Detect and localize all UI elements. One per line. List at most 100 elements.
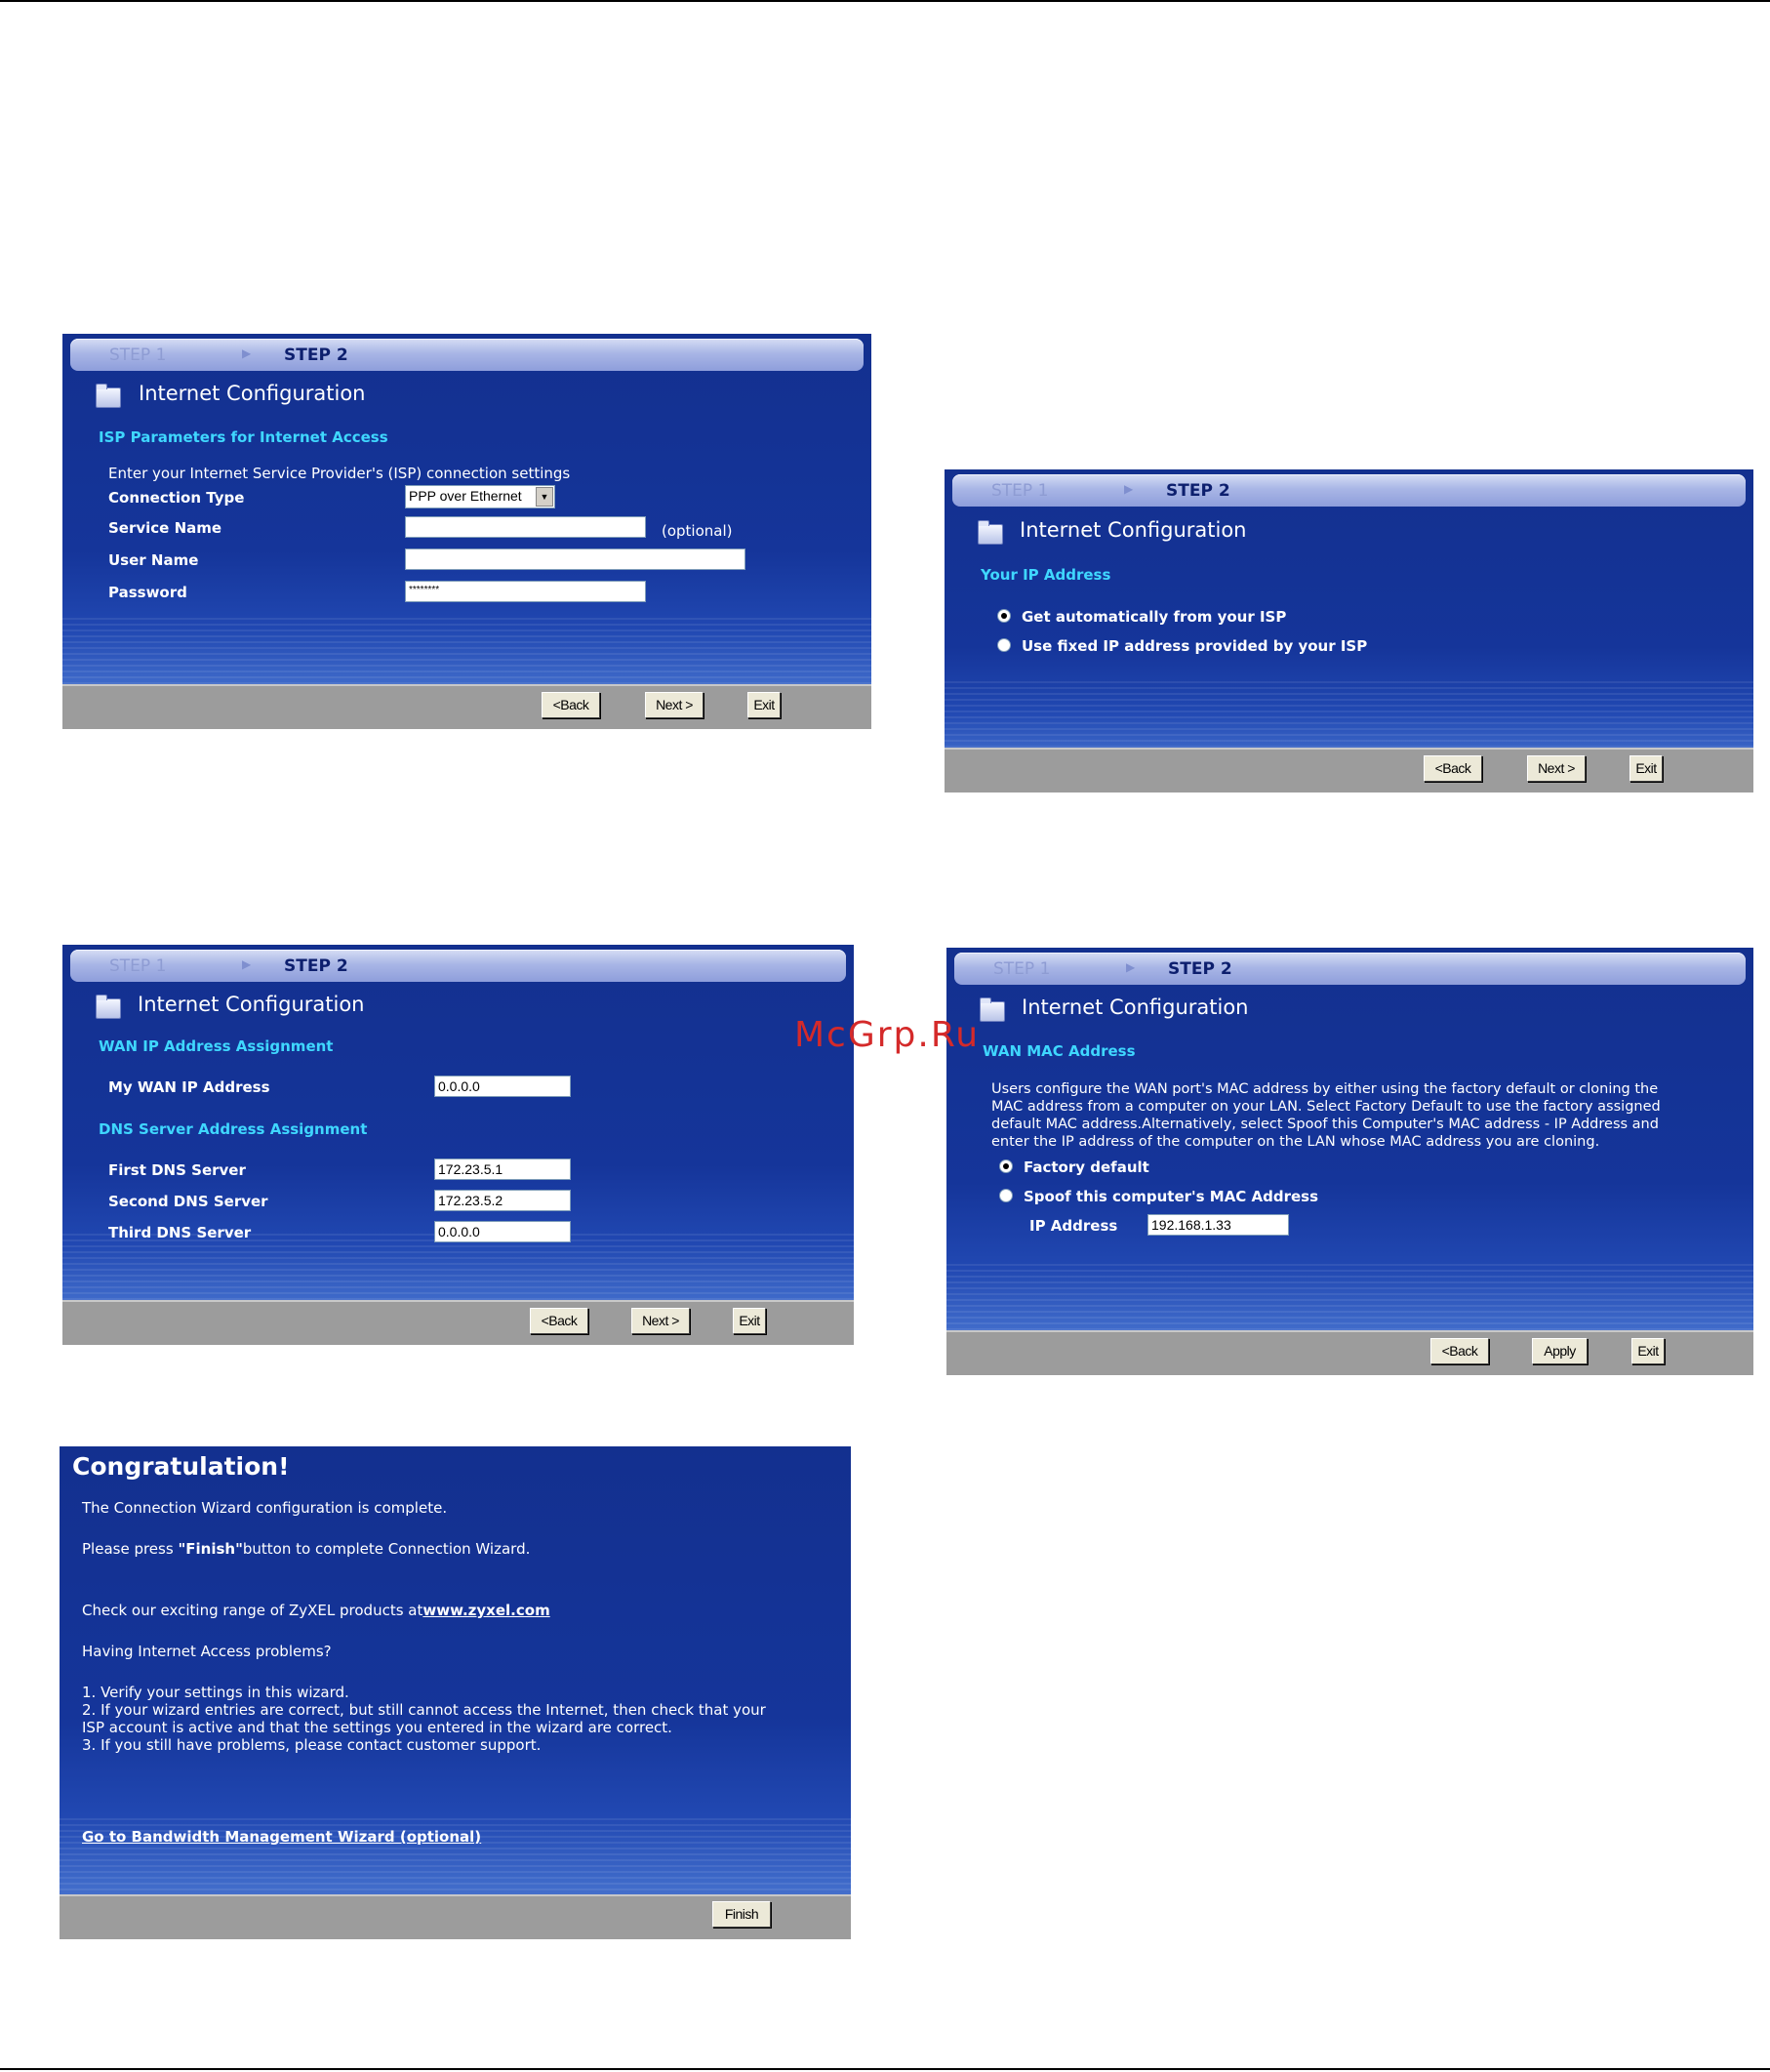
- spoof-mac-label: Spoof this computer's MAC Address: [1024, 1188, 1319, 1205]
- user-name-label: User Name: [108, 551, 199, 569]
- fixed-ip-label: Use fixed IP address provided by your IS…: [1022, 637, 1368, 655]
- description-line: default MAC address.Alternatively, selec…: [991, 1117, 1659, 1132]
- exit-button[interactable]: Exit: [747, 692, 781, 718]
- factory-default-radio[interactable]: [999, 1159, 1013, 1173]
- background-stripes: [62, 618, 871, 686]
- service-name-label: Service Name: [108, 519, 222, 537]
- password-input[interactable]: ********: [405, 581, 646, 602]
- wan-ip-section-title: WAN IP Address Assignment: [99, 1037, 334, 1055]
- troubleshooting-item: ISP account is active and that the setti…: [82, 1719, 672, 1736]
- step-2-label: STEP 2: [284, 956, 348, 976]
- wan-mac-panel: STEP 1 ▶ STEP 2 Internet Configuration W…: [946, 948, 1753, 1375]
- finish-instruction-prefix: Please press: [82, 1540, 179, 1558]
- bandwidth-wizard-link[interactable]: Go to Bandwidth Management Wizard (optio…: [82, 1828, 481, 1846]
- auto-ip-label: Get automatically from your ISP: [1022, 608, 1287, 626]
- service-name-input[interactable]: [405, 516, 646, 538]
- problems-heading: Having Internet Access problems?: [82, 1643, 332, 1660]
- step-2-label: STEP 2: [284, 345, 348, 365]
- apply-button[interactable]: Apply: [1532, 1338, 1588, 1364]
- section-title: WAN MAC Address: [983, 1042, 1136, 1060]
- step-1-label: STEP 1: [109, 345, 167, 365]
- background-stripes: [945, 681, 1753, 750]
- finish-keyword: "Finish": [178, 1540, 243, 1558]
- second-dns-input[interactable]: 172.23.5.2: [434, 1190, 571, 1211]
- exit-button[interactable]: Exit: [1629, 755, 1663, 782]
- exit-button[interactable]: Exit: [1631, 1338, 1665, 1364]
- second-dns-label: Second DNS Server: [108, 1193, 268, 1210]
- congratulation-title: Congratulation!: [72, 1452, 290, 1481]
- button-bar: Finish: [60, 1894, 851, 1939]
- ip-address-input[interactable]: 192.168.1.33: [1147, 1214, 1289, 1236]
- finish-instruction-suffix: button to complete Connection Wizard.: [242, 1540, 531, 1558]
- step-bar: STEP 1 ▶ STEP 2: [70, 339, 864, 371]
- exit-button[interactable]: Exit: [733, 1308, 766, 1334]
- user-name-input[interactable]: [405, 548, 745, 570]
- factory-default-label: Factory default: [1024, 1158, 1149, 1176]
- isp-parameters-panel: STEP 1 ▶ STEP 2 Internet Configuration I…: [62, 334, 871, 729]
- page-title: Internet Configuration: [139, 382, 366, 405]
- next-button[interactable]: Next >: [1527, 755, 1586, 782]
- button-bar: <Back Next > Exit: [62, 1300, 854, 1345]
- finish-button[interactable]: Finish: [712, 1901, 771, 1928]
- first-dns-label: First DNS Server: [108, 1161, 246, 1179]
- intro-text: Enter your Internet Service Provider's (…: [108, 465, 571, 482]
- description-line: Users configure the WAN port's MAC addre…: [991, 1081, 1659, 1097]
- step-1-label: STEP 1: [109, 956, 167, 976]
- back-button[interactable]: <Back: [530, 1308, 588, 1334]
- step-bar: STEP 1 ▶ STEP 2: [952, 474, 1746, 507]
- my-wan-ip-label: My WAN IP Address: [108, 1078, 270, 1096]
- third-dns-input[interactable]: 0.0.0.0: [434, 1221, 571, 1242]
- my-wan-ip-input[interactable]: 0.0.0.0: [434, 1076, 571, 1097]
- background-stripes: [946, 1264, 1753, 1332]
- description-line: MAC address from a computer on your LAN.…: [991, 1099, 1661, 1115]
- fixed-ip-radio[interactable]: [997, 638, 1011, 652]
- password-label: Password: [108, 584, 187, 601]
- top-rule: [0, 0, 1770, 2]
- folder-icon: [96, 384, 121, 408]
- page-title: Internet Configuration: [1022, 995, 1249, 1019]
- zyxel-website-link[interactable]: www.zyxel.com: [422, 1602, 549, 1619]
- description-line: enter the IP address of the computer on …: [991, 1134, 1600, 1150]
- optional-hint: (optional): [662, 522, 733, 540]
- folder-icon: [980, 997, 1005, 1022]
- watermark: McGrp.Ru: [794, 1015, 981, 1055]
- page-title: Internet Configuration: [138, 993, 365, 1016]
- button-bar: <Back Next > Exit: [62, 684, 871, 729]
- step-1-label: STEP 1: [993, 959, 1051, 979]
- first-dns-input[interactable]: 172.23.5.1: [434, 1158, 571, 1180]
- connection-type-value: PPP over Ethernet: [409, 488, 522, 504]
- button-bar: <Back Apply Exit: [946, 1330, 1753, 1375]
- connection-type-select[interactable]: PPP over Ethernet ▼: [405, 485, 555, 508]
- bottom-rule: [0, 2068, 1770, 2070]
- step-arrow-icon: ▶: [242, 957, 252, 971]
- next-button[interactable]: Next >: [631, 1308, 690, 1334]
- page-title: Internet Configuration: [1020, 518, 1247, 542]
- section-title: ISP Parameters for Internet Access: [99, 428, 388, 446]
- connection-type-label: Connection Type: [108, 489, 245, 507]
- step-arrow-icon: ▶: [1126, 960, 1136, 974]
- background-stripes: [62, 1234, 854, 1302]
- zyxel-products-text: Check our exciting range of ZyXEL produc…: [82, 1602, 550, 1619]
- third-dns-label: Third DNS Server: [108, 1224, 252, 1241]
- back-button[interactable]: <Back: [542, 692, 600, 718]
- back-button[interactable]: <Back: [1430, 1338, 1489, 1364]
- back-button[interactable]: <Back: [1424, 755, 1482, 782]
- zyxel-products-prefix: Check our exciting range of ZyXEL produc…: [82, 1602, 423, 1619]
- ip-address-panel: STEP 1 ▶ STEP 2 Internet Configuration Y…: [945, 469, 1753, 792]
- folder-icon: [978, 520, 1003, 545]
- complete-text: The Connection Wizard configuration is c…: [82, 1499, 448, 1517]
- step-2-label: STEP 2: [1166, 481, 1230, 501]
- auto-ip-radio[interactable]: [997, 609, 1011, 623]
- ip-address-label: IP Address: [1029, 1217, 1118, 1235]
- step-2-label: STEP 2: [1168, 959, 1232, 979]
- step-arrow-icon: ▶: [1124, 482, 1134, 496]
- spoof-mac-radio[interactable]: [999, 1189, 1013, 1202]
- dns-section-title: DNS Server Address Assignment: [99, 1120, 368, 1138]
- chevron-down-icon[interactable]: ▼: [536, 487, 553, 507]
- finish-instruction: Please press "Finish"button to complete …: [82, 1540, 530, 1558]
- troubleshooting-item: 2. If your wizard entries are correct, b…: [82, 1701, 766, 1719]
- wan-dns-panel: STEP 1 ▶ STEP 2 Internet Configuration W…: [62, 945, 854, 1345]
- next-button[interactable]: Next >: [645, 692, 704, 718]
- step-bar: STEP 1 ▶ STEP 2: [70, 950, 846, 982]
- congratulation-panel: Congratulation! The Connection Wizard co…: [60, 1446, 851, 1939]
